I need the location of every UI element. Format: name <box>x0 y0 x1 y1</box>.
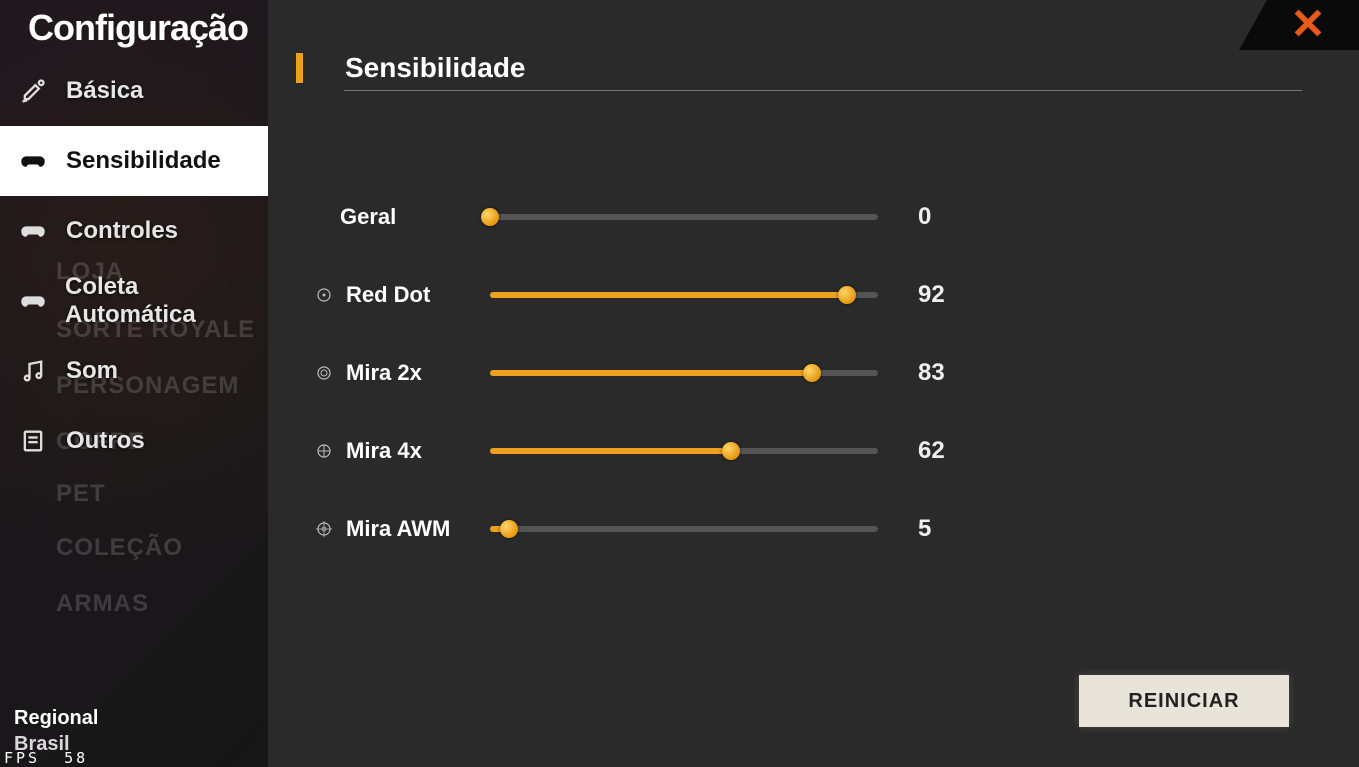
slider-value: 5 <box>908 515 988 543</box>
sidebar-item-label: Controles <box>66 217 178 245</box>
sidebar: Configuração LOJA SORTE ROYALE PERSONAGE… <box>0 0 268 767</box>
slider-thumb[interactable] <box>481 208 499 226</box>
section-marker <box>296 53 303 83</box>
slider-row-4x: Mira 4x 62 <box>316 412 1256 490</box>
sidebar-item-label: Outros <box>66 427 145 455</box>
slider-2x[interactable] <box>490 370 878 376</box>
slider-fill <box>490 448 731 454</box>
gamepad-icon <box>18 216 48 246</box>
sidebar-item-label: Sensibilidade <box>66 147 221 175</box>
slider-row-awm: Mira AWM 5 <box>316 490 1256 568</box>
region-label: Regional <box>14 705 98 731</box>
lobby-ghost: PET <box>56 480 106 508</box>
section-header: Sensibilidade <box>296 52 526 84</box>
slider-awm[interactable] <box>490 526 878 532</box>
slider-label: Geral <box>340 204 490 230</box>
slider-value: 62 <box>908 437 988 465</box>
slider-fill <box>490 292 847 298</box>
slider-value: 83 <box>908 359 988 387</box>
scope-icon <box>316 365 332 381</box>
sidebar-item-autoloot[interactable]: Coleta Automática <box>0 266 268 336</box>
sniper-scope-icon <box>316 521 332 537</box>
slider-label: Mira AWM <box>340 516 490 542</box>
sidebar-item-others[interactable]: Outros <box>0 406 268 476</box>
sidebar-item-label: Básica <box>66 77 143 105</box>
reset-button[interactable]: REINICIAR <box>1079 675 1289 727</box>
section-underline <box>344 90 1302 91</box>
lobby-ghost: COLEÇÃO <box>56 534 183 562</box>
reddot-icon <box>316 287 332 303</box>
gamepad-icon <box>18 286 47 316</box>
fps-value: 58 <box>64 749 88 767</box>
slider-row-2x: Mira 2x 83 <box>316 334 1256 412</box>
close-icon <box>1273 6 1325 45</box>
slider-thumb[interactable] <box>722 442 740 460</box>
slider-fill <box>490 370 812 376</box>
slider-value: 92 <box>908 281 988 309</box>
gamepad-icon <box>18 146 48 176</box>
sliders-container: Geral 0 Red Dot 92 Mira 2x <box>316 178 1256 568</box>
slider-thumb[interactable] <box>838 286 856 304</box>
sidebar-item-sensitivity[interactable]: Sensibilidade <box>0 126 268 196</box>
lobby-ghost: ARMAS <box>56 590 149 618</box>
slider-row-reddot: Red Dot 92 <box>316 256 1256 334</box>
slider-label: Mira 4x <box>340 438 490 464</box>
sidebar-item-label: Coleta Automática <box>65 273 268 329</box>
slider-label: Red Dot <box>340 282 490 308</box>
section-title: Sensibilidade <box>345 52 526 84</box>
sidebar-item-sound[interactable]: Som <box>0 336 268 406</box>
fps-label: FPS <box>4 749 40 767</box>
page-title: Configuração <box>0 0 268 56</box>
tools-icon <box>18 76 48 106</box>
scope-icon <box>316 443 332 459</box>
music-icon <box>18 356 48 386</box>
document-icon <box>18 426 48 456</box>
slider-4x[interactable] <box>490 448 878 454</box>
main-panel: Sensibilidade Geral 0 Red Dot 92 <box>268 0 1359 767</box>
slider-value: 0 <box>908 203 988 231</box>
sidebar-item-basic[interactable]: Básica <box>0 56 268 126</box>
fps-counter: FPS 58 <box>4 749 88 767</box>
sidebar-item-controls[interactable]: Controles <box>0 196 268 266</box>
slider-reddot[interactable] <box>490 292 878 298</box>
sidebar-item-label: Som <box>66 357 118 385</box>
slider-row-general: Geral 0 <box>316 178 1256 256</box>
slider-thumb[interactable] <box>803 364 821 382</box>
slider-label: Mira 2x <box>340 360 490 386</box>
slider-general[interactable] <box>490 214 878 220</box>
slider-thumb[interactable] <box>500 520 518 538</box>
sidebar-items: Básica Sensibilidade Controles <box>0 56 268 476</box>
no-icon <box>316 209 332 225</box>
